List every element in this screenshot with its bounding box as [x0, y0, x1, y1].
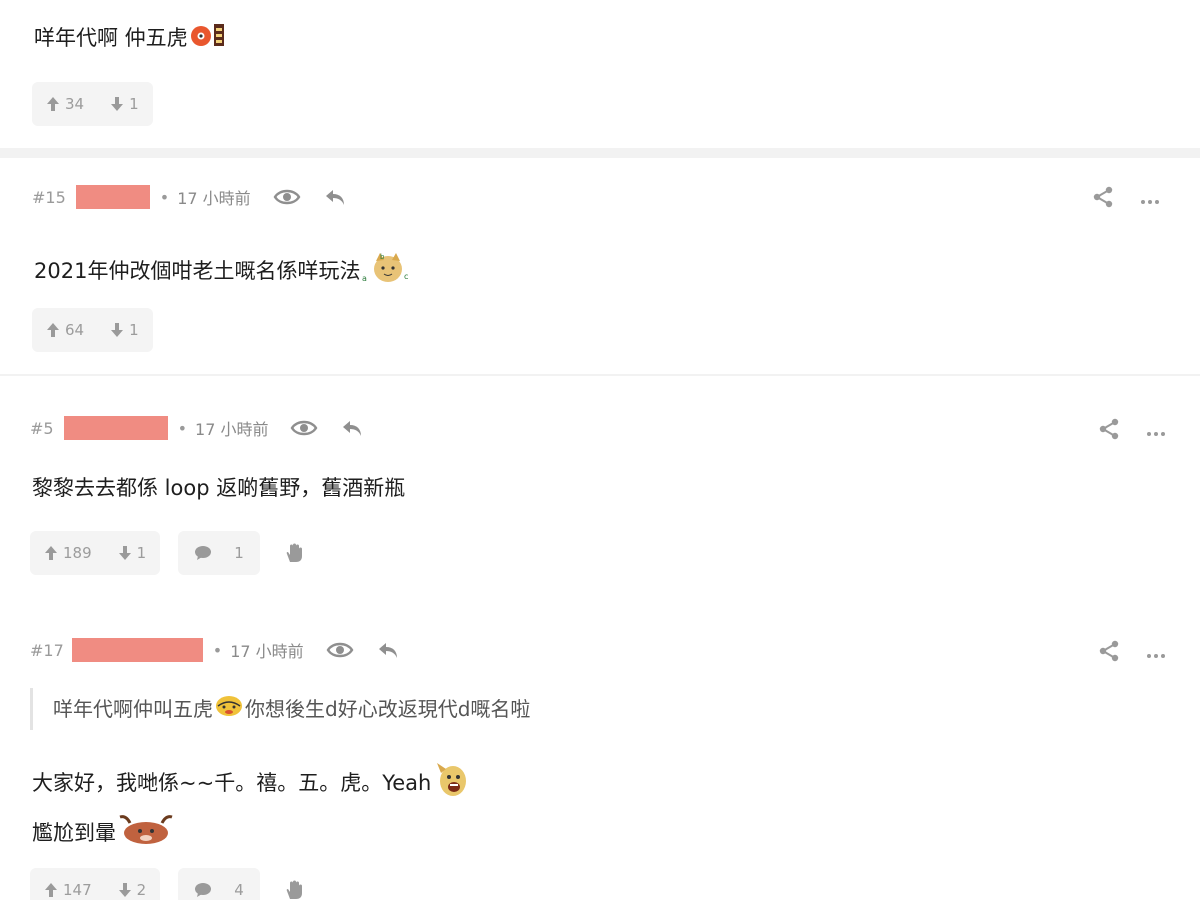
reply-icon[interactable]	[323, 187, 347, 207]
downvote-button[interactable]: 1	[118, 544, 147, 562]
post-actions	[1092, 186, 1160, 212]
hand-icon[interactable]	[284, 542, 306, 564]
username-redacted[interactable]	[75, 185, 150, 209]
vote-bar: 147 2 4	[30, 868, 306, 900]
downvote-count: 1	[129, 95, 139, 113]
downvote-count: 2	[136, 881, 147, 899]
upvote-button[interactable]: 34	[46, 95, 84, 113]
share-icon[interactable]	[1098, 418, 1120, 444]
vote-bar: 34 1	[32, 82, 153, 126]
upvote-count: 34	[65, 95, 85, 113]
comment-post: #17 • 17 小時前 咩年代啊仲叫五虎 你想後生d好心改返現代d嘅名啦 大家…	[0, 598, 1200, 900]
comments-button[interactable]: 1	[178, 531, 260, 575]
eye-icon[interactable]	[273, 188, 301, 206]
quote-text: 咩年代啊仲叫五虎	[53, 697, 213, 721]
vote-bar: 64 1	[32, 308, 153, 352]
comment-text: 2021年仲改個咁老土嘅名係咩玩法	[34, 259, 361, 283]
comment-body: 2021年仲改個咁老土嘅名係咩玩法 a c b	[34, 251, 412, 293]
comment-text: 咩年代啊 仲五虎	[34, 26, 188, 50]
post-time: 17 小時前	[230, 642, 304, 661]
upvote-button[interactable]: 189	[44, 544, 92, 562]
sticker-emoji: a c b	[360, 251, 412, 293]
vote-bar: 189 1 1	[30, 531, 306, 575]
eye-icon[interactable]	[326, 641, 354, 659]
speech-bubble-icon	[195, 883, 212, 897]
svg-text:b: b	[380, 253, 385, 261]
comment-feed: 咩年代啊 仲五虎 34 1 #15 • 17 小時前 2021年仲改個咁老土嘅名…	[0, 0, 1200, 900]
quoted-reply: 咩年代啊仲叫五虎 你想後生d好心改返現代d嘅名啦	[30, 688, 530, 730]
upvote-count: 189	[63, 544, 92, 562]
quote-text-tail: 你想後生d好心改返現代d嘅名啦	[245, 697, 531, 721]
post-actions	[1098, 640, 1166, 666]
upvote-count: 147	[63, 881, 92, 899]
speech-bubble-icon	[195, 546, 212, 560]
more-icon[interactable]	[1140, 190, 1160, 209]
username-redacted[interactable]	[63, 416, 168, 440]
arrow-down-icon	[111, 323, 124, 337]
reply-icon[interactable]	[340, 418, 364, 438]
upvote-count: 64	[65, 321, 85, 339]
arrow-up-icon	[47, 97, 59, 111]
upvote-button[interactable]: 64	[46, 321, 84, 339]
reply-icon[interactable]	[376, 640, 400, 660]
comment-body: 咩年代啊 仲五虎	[34, 22, 226, 56]
downvote-count: 1	[129, 321, 139, 339]
share-icon[interactable]	[1098, 640, 1120, 666]
arrow-up-icon	[45, 883, 57, 897]
username-redacted[interactable]	[71, 638, 203, 662]
sticker-emoji	[431, 761, 471, 807]
post-meta: #17 • 17 小時前	[30, 638, 400, 662]
downvote-button[interactable]: 2	[118, 881, 147, 899]
comment-post: 咩年代啊 仲五虎 34 1	[0, 0, 1200, 148]
arrow-down-icon	[118, 883, 131, 897]
post-meta: #5 • 17 小時前	[30, 416, 364, 440]
comment-line: 大家好，我哋係~~千。禧。五。虎。Yeah	[32, 761, 471, 807]
comments-button[interactable]: 4	[178, 868, 260, 900]
more-icon[interactable]	[1146, 422, 1166, 441]
comment-body: 黎黎去去都係 loop 返啲舊野，舊酒新瓶	[32, 473, 405, 503]
svg-text:a: a	[362, 274, 367, 283]
sticker-emoji	[190, 22, 226, 56]
downvote-button[interactable]: 1	[110, 321, 139, 339]
post-meta: #15 • 17 小時前	[32, 185, 347, 209]
comment-count: 4	[234, 881, 244, 899]
sticker-emoji	[213, 690, 245, 732]
hand-icon[interactable]	[284, 879, 306, 900]
comment-post: #5 • 17 小時前 黎黎去去都係 loop 返啲舊野，舊酒新瓶 189 1 …	[0, 376, 1200, 598]
floor-number: #5	[30, 418, 54, 438]
arrow-up-icon	[45, 546, 57, 560]
comment-body: 大家好，我哋係~~千。禧。五。虎。Yeah 尷尬到暈	[32, 761, 471, 855]
downvote-button[interactable]: 1	[110, 95, 139, 113]
more-icon[interactable]	[1146, 644, 1166, 663]
svg-text:c: c	[404, 272, 408, 281]
comment-count: 1	[234, 544, 244, 562]
arrow-down-icon	[118, 546, 131, 560]
post-time: 17 小時前	[177, 189, 251, 208]
comment-line: 尷尬到暈	[32, 813, 471, 855]
comment-post: #15 • 17 小時前 2021年仲改個咁老土嘅名係咩玩法 a c b 64 …	[0, 158, 1200, 374]
arrow-down-icon	[111, 97, 124, 111]
post-actions	[1098, 418, 1166, 444]
comment-text: 尷尬到暈	[32, 821, 116, 845]
share-icon[interactable]	[1092, 186, 1114, 212]
eye-icon[interactable]	[290, 419, 318, 437]
floor-number: #15	[32, 187, 66, 207]
arrow-up-icon	[47, 323, 59, 337]
post-time: 17 小時前	[195, 420, 269, 439]
upvote-button[interactable]: 147	[44, 881, 92, 899]
sticker-emoji	[116, 813, 176, 855]
downvote-count: 1	[136, 544, 147, 562]
comment-text: 黎黎去去都係 loop 返啲舊野，舊酒新瓶	[32, 476, 406, 500]
vote-pill: 64 1	[32, 308, 153, 352]
floor-number: #17	[30, 640, 64, 660]
vote-pill: 34 1	[32, 82, 153, 126]
post-separator	[0, 148, 1200, 158]
vote-pill: 189 1	[30, 531, 161, 575]
vote-pill: 147 2	[30, 868, 161, 900]
comment-text: 大家好，我哋係~~千。禧。五。虎。Yeah	[32, 771, 432, 795]
